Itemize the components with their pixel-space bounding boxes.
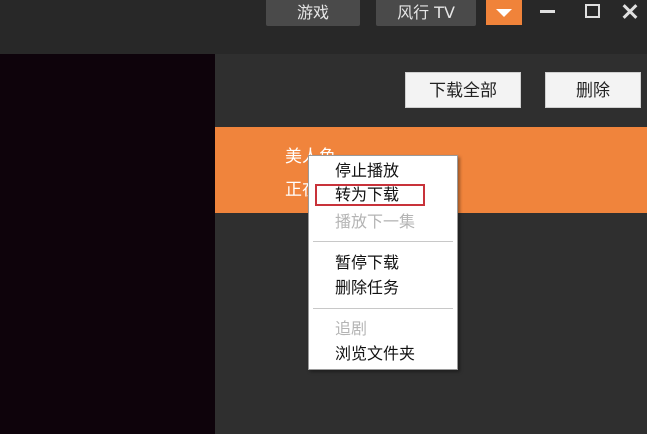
- tab-funshion-tv-label: 风行 TV: [397, 3, 455, 22]
- menu-item-convert-to-download[interactable]: 转为下载: [335, 184, 399, 206]
- minimize-button[interactable]: [536, 0, 560, 22]
- delete-label: 删除: [576, 81, 610, 101]
- menu-separator: [313, 241, 453, 242]
- menu-separator: [313, 308, 453, 309]
- chevron-down-icon: [496, 9, 512, 17]
- tab-games[interactable]: 游戏: [266, 0, 360, 26]
- menu-item-play-next-episode: 播放下一集: [335, 212, 416, 231]
- context-menu: 停止播放 转为下载 播放下一集 暂停下载 删除任务 追剧 浏览文件夹: [308, 155, 458, 370]
- video-player-area[interactable]: [0, 54, 215, 434]
- delete-button[interactable]: 删除: [545, 72, 641, 108]
- menu-item-delete-task[interactable]: 删除任务: [335, 277, 399, 299]
- tab-games-label: 游戏: [296, 3, 329, 22]
- close-button[interactable]: [618, 0, 642, 22]
- title-bar: 游戏 风行 TV: [0, 0, 647, 54]
- minimize-icon: [540, 10, 555, 13]
- menu-item-follow-series: 追剧: [335, 319, 368, 338]
- maximize-icon: [585, 4, 600, 18]
- download-all-button[interactable]: 下载全部: [405, 72, 521, 108]
- menu-item-pause-download[interactable]: 暂停下载: [335, 252, 399, 274]
- menu-dropdown-button[interactable]: [486, 0, 522, 25]
- tab-funshion-tv[interactable]: 风行 TV: [376, 0, 476, 26]
- menu-item-browse-folder[interactable]: 浏览文件夹: [335, 343, 415, 365]
- menu-item-stop-playback[interactable]: 停止播放: [335, 160, 399, 182]
- maximize-button[interactable]: [580, 0, 604, 22]
- download-all-label: 下载全部: [429, 81, 497, 101]
